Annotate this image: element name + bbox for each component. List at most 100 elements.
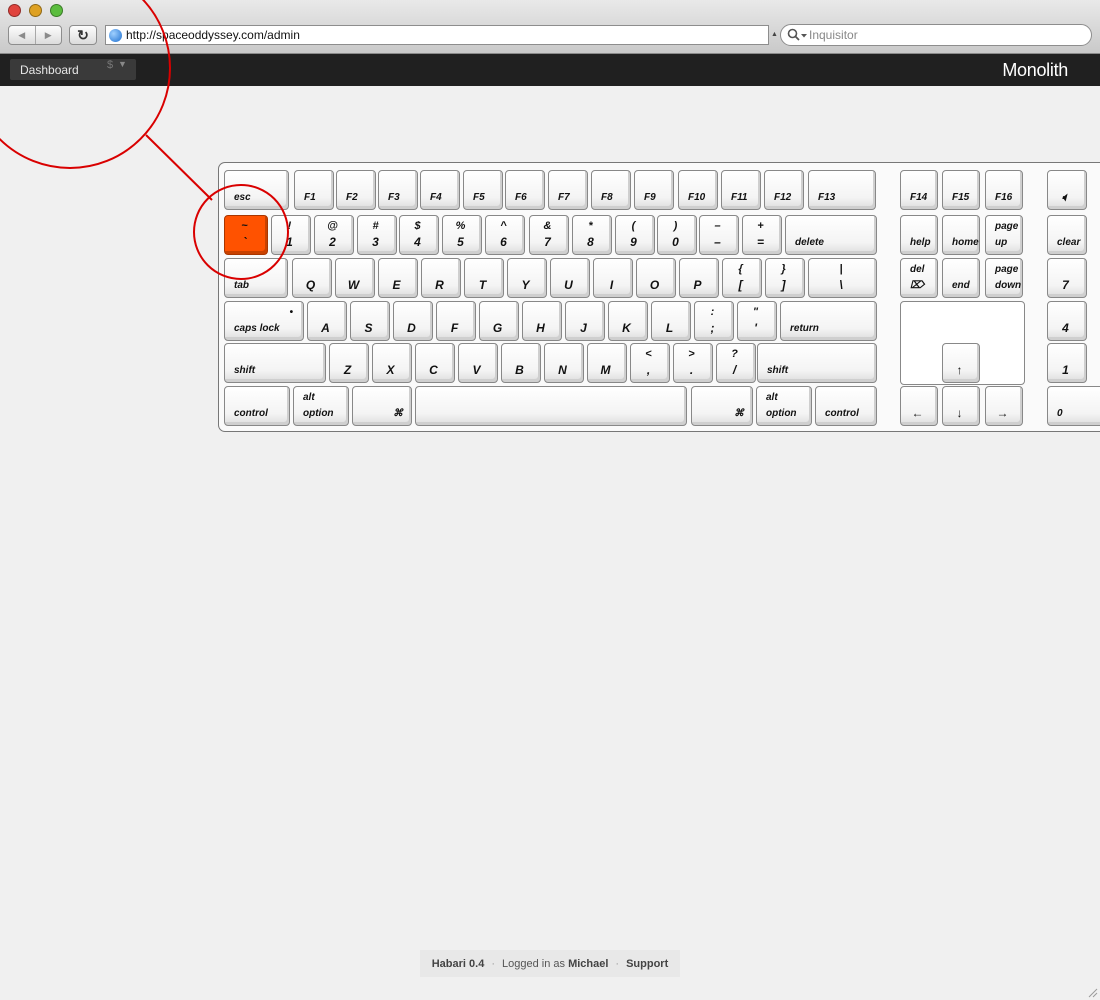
key-f15[interactable]: F15 — [942, 170, 980, 210]
key-n[interactable]: N — [544, 343, 584, 383]
key-a[interactable]: A — [307, 301, 347, 341]
key-2[interactable]: @2 — [314, 215, 354, 255]
key-f2[interactable]: F2 — [336, 170, 376, 210]
key-slash[interactable]: ? / — [716, 343, 756, 383]
key-kp7[interactable]: 7 — [1047, 258, 1087, 298]
key-u[interactable]: U — [550, 258, 590, 298]
key-f16[interactable]: F16 — [985, 170, 1023, 210]
key-down[interactable]: ↓ — [942, 386, 980, 426]
key-rcontrol[interactable]: control — [815, 386, 877, 426]
key-quote[interactable]: " ' — [737, 301, 777, 341]
key-7[interactable]: & 7 — [529, 215, 569, 255]
key-clear[interactable]: clear — [1047, 215, 1087, 255]
key-lcommand[interactable]: ⌘ — [352, 386, 412, 426]
key-p[interactable]: P — [679, 258, 719, 298]
key-help[interactable]: help — [900, 215, 938, 255]
key-9[interactable]: (9 — [615, 215, 655, 255]
key-period[interactable]: >. — [673, 343, 713, 383]
key-end[interactable]: end — [942, 258, 980, 298]
search-input[interactable] — [809, 28, 1079, 42]
key-semicolon[interactable]: :; — [694, 301, 734, 341]
key-w[interactable]: W — [335, 258, 375, 298]
url-text[interactable]: http://spaceoddyssey.com/admin — [126, 28, 300, 42]
window-minimize-button[interactable] — [29, 4, 42, 17]
support-link[interactable]: Support — [626, 958, 668, 970]
key-f10[interactable]: F10 — [678, 170, 718, 210]
key-left[interactable]: ← — [900, 386, 938, 426]
key-h[interactable]: H — [522, 301, 562, 341]
key-comma[interactable]: <, — [630, 343, 670, 383]
chevron-down-icon[interactable]: ▼ — [118, 59, 127, 69]
reload-button[interactable]: ↻ — [69, 25, 97, 45]
key-f6[interactable]: F6 — [505, 170, 545, 210]
key-rcommand[interactable]: ⌘ — [691, 386, 753, 426]
key-rbracket[interactable]: }] — [765, 258, 805, 298]
key-equal[interactable]: + = — [742, 215, 782, 255]
key-f7[interactable]: F7 — [548, 170, 588, 210]
key-s[interactable]: S — [350, 301, 390, 341]
key-f13[interactable]: F13 — [808, 170, 876, 210]
key-z[interactable]: Z — [329, 343, 369, 383]
key-8[interactable]: * 8 — [572, 215, 612, 255]
key-6[interactable]: ^ 6 — [485, 215, 525, 255]
key-f12[interactable]: F12 — [764, 170, 804, 210]
key-f1[interactable]: F1 — [294, 170, 334, 210]
key-kp4[interactable]: 4 — [1047, 301, 1087, 341]
address-bar[interactable]: http://spaceoddyssey.com/admin — [105, 25, 769, 45]
key-backslash[interactable]: | \ — [808, 258, 877, 298]
key-j[interactable]: J — [565, 301, 605, 341]
key-space[interactable] — [415, 386, 687, 426]
key-tab[interactable]: tab — [224, 258, 288, 298]
key-t[interactable]: T — [464, 258, 504, 298]
key-4[interactable]: $4 — [399, 215, 439, 255]
key-loption[interactable]: alt option — [293, 386, 349, 426]
key-f5[interactable]: F5 — [463, 170, 503, 210]
key-o[interactable]: O — [636, 258, 676, 298]
key-1[interactable]: ! 1 — [271, 215, 311, 255]
key-m[interactable]: M — [587, 343, 627, 383]
key-e[interactable]: E — [378, 258, 418, 298]
key-k[interactable]: K — [608, 301, 648, 341]
key-fwddel[interactable]: del ⌦ — [900, 258, 938, 298]
key-g[interactable]: G — [479, 301, 519, 341]
key-lbracket[interactable]: {[ — [722, 258, 762, 298]
key-r[interactable]: R — [421, 258, 461, 298]
key-kp0[interactable]: 0 — [1047, 386, 1100, 426]
key-b[interactable]: B — [501, 343, 541, 383]
key-f4[interactable]: F4 — [420, 170, 460, 210]
user-link[interactable]: Michael — [568, 958, 608, 970]
forward-icon[interactable]: ▶ — [34, 26, 62, 44]
key-y[interactable]: Y — [507, 258, 547, 298]
key-3[interactable]: #3 — [357, 215, 397, 255]
back-icon[interactable]: ◀ — [9, 26, 35, 44]
key-roption[interactable]: alt option — [756, 386, 812, 426]
key-c[interactable]: C — [415, 343, 455, 383]
key-i[interactable]: I — [593, 258, 633, 298]
url-dropdown-icon[interactable]: ▲ — [771, 31, 778, 38]
key-5[interactable]: % 5 — [442, 215, 482, 255]
site-title[interactable]: Monolith — [1002, 60, 1068, 81]
key-f14[interactable]: F14 — [900, 170, 938, 210]
key-f3[interactable]: F3 — [378, 170, 418, 210]
key-pagedown[interactable]: page down — [985, 258, 1023, 298]
key-f[interactable]: F — [436, 301, 476, 341]
key-f8[interactable]: F8 — [591, 170, 631, 210]
key-lshift[interactable]: shift — [224, 343, 326, 383]
key-mute[interactable]: 🔈︎ — [1047, 170, 1087, 210]
key-capslock[interactable]: • caps lock — [224, 301, 304, 341]
key-rshift[interactable]: shift — [757, 343, 877, 383]
key-v[interactable]: V — [458, 343, 498, 383]
resize-grip-icon[interactable] — [1088, 988, 1098, 998]
window-zoom-button[interactable] — [50, 4, 63, 17]
key-tilde[interactable]: ~ ` — [224, 215, 268, 255]
search-field[interactable] — [780, 24, 1092, 46]
key-up[interactable]: ↑ — [942, 343, 980, 383]
window-close-button[interactable] — [8, 4, 21, 17]
key-l[interactable]: L — [651, 301, 691, 341]
key-minus[interactable]: – – — [699, 215, 739, 255]
key-pageup[interactable]: page up — [985, 215, 1023, 255]
key-f9[interactable]: F9 — [634, 170, 674, 210]
key-0[interactable]: ) 0 — [657, 215, 697, 255]
key-d[interactable]: D — [393, 301, 433, 341]
key-home[interactable]: home — [942, 215, 980, 255]
